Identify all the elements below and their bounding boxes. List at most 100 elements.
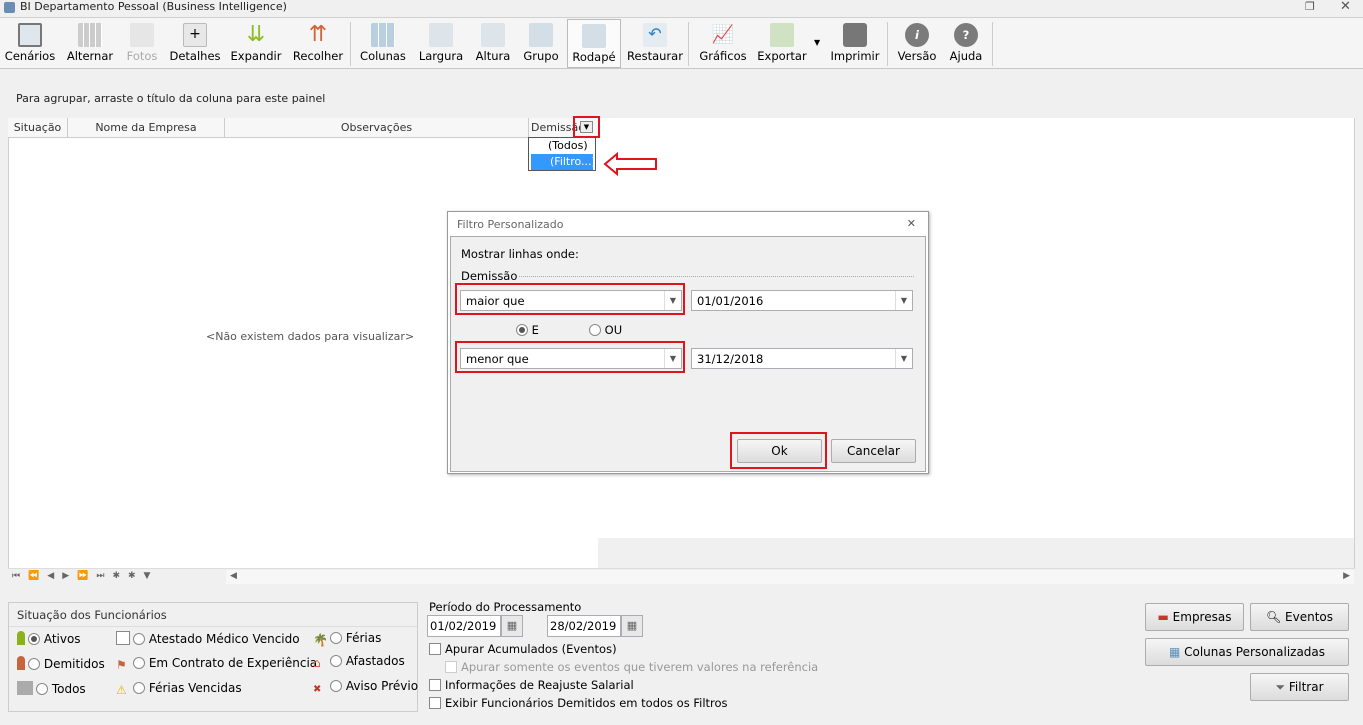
apurar-acumulados-checkbox[interactable]: Apurar Acumulados (Eventos) — [429, 642, 617, 656]
export-dropdown-arrow[interactable]: ▼ — [814, 38, 820, 47]
grid-footer-area — [598, 538, 1354, 568]
column-header-nome-empresa[interactable]: Nome da Empresa — [68, 118, 225, 138]
column-header-situacao[interactable]: Situação — [8, 118, 68, 138]
recolher-button[interactable]: ⇈ Recolher — [290, 19, 346, 68]
checkbox-icon — [429, 679, 441, 691]
house-icon: ⌂ — [313, 656, 321, 670]
period-start-input[interactable] — [427, 615, 501, 637]
filter-option-todos[interactable]: (Todos) — [529, 138, 595, 154]
calendar-icon[interactable]: ▦ — [501, 615, 523, 637]
apurar-somente-checkbox[interactable]: Apurar somente os eventos que tiverem va… — [445, 660, 818, 674]
highlight-box — [455, 283, 685, 315]
status-todos-radio[interactable]: Todos — [17, 681, 86, 696]
radio-icon — [589, 324, 601, 336]
empty-grid-message: <Não existem dados para visualizar> — [206, 330, 415, 343]
and-radio[interactable]: E — [516, 323, 539, 337]
restore-icon: ↶ — [643, 23, 667, 47]
scenarios-icon — [18, 23, 42, 47]
ajuda-button[interactable]: ? Ajuda — [945, 19, 987, 68]
restaurar-button[interactable]: ↶ Restaurar — [626, 19, 684, 68]
largura-button[interactable]: Largura — [416, 19, 466, 68]
cenarios-button[interactable]: Cenários — [4, 19, 56, 68]
versao-button[interactable]: i Versão — [895, 19, 939, 68]
scroll-left-icon: ◀ — [230, 571, 237, 581]
grid-navigator: ⏮⏪◀▶⏩⏭✱✱▼ ◀ ▶ — [8, 568, 1355, 585]
calendar-icon[interactable]: ▦ — [621, 615, 643, 637]
graficos-button[interactable]: 📈 Gráficos — [696, 19, 750, 68]
restore-window-button[interactable]: ❐ — [1305, 0, 1315, 13]
checkbox-icon — [445, 661, 457, 673]
exportar-button[interactable]: Exportar — [756, 19, 808, 68]
colunas-personalizadas-button[interactable]: ▦ Colunas Personalizadas — [1145, 638, 1349, 666]
status-ativos-radio[interactable]: Ativos — [17, 631, 81, 646]
toolbar-separator — [350, 22, 351, 66]
expandir-button[interactable]: ⇊ Expandir — [228, 19, 284, 68]
field-label: Demissão — [461, 269, 518, 283]
radio-icon — [330, 680, 342, 692]
switch-icon — [78, 23, 102, 47]
app-icon — [4, 2, 15, 13]
condition1-value-input[interactable]: 01/01/2016 ▼ — [691, 290, 913, 311]
employee-status-group: Situação dos Funcionários Ativos Demitid… — [8, 602, 418, 712]
collapse-icon: ⇈ — [308, 22, 328, 47]
status-ferias-radio[interactable]: 🌴 Férias — [313, 631, 381, 647]
rodape-button[interactable]: Rodapé — [567, 19, 621, 68]
filter-icon: ⏷ — [1275, 680, 1289, 694]
status-demitidos-radio[interactable]: Demitidos — [17, 656, 105, 671]
people-icon — [17, 681, 33, 695]
arrow-annotation-icon — [603, 152, 657, 176]
toolbar-separator — [887, 22, 888, 66]
dialog-close-button[interactable]: ✕ — [907, 217, 916, 230]
person-remove-icon: ✖ — [313, 684, 322, 695]
exibir-demitidos-checkbox[interactable]: Exibir Funcionários Demitidos em todos o… — [429, 696, 728, 710]
horizontal-scrollbar[interactable]: ◀ ▶ — [226, 570, 1354, 584]
print-icon — [843, 23, 867, 47]
radio-icon — [36, 683, 48, 695]
or-radio[interactable]: OU — [589, 323, 622, 337]
export-icon — [770, 23, 794, 47]
close-window-button[interactable]: ✕ — [1340, 0, 1351, 14]
highlight-box — [730, 432, 827, 469]
condition2-value-input[interactable]: 31/12/2018 ▼ — [691, 348, 913, 369]
palm-tree-icon: 🌴 — [313, 633, 328, 647]
help-icon: ? — [954, 23, 978, 47]
width-icon — [429, 23, 453, 47]
status-aviso-previo-radio[interactable]: ✖ Aviso Prévio — [313, 679, 418, 698]
filter-option-filtro[interactable]: (Filtro...) — [531, 154, 596, 170]
status-ferias-vencidas-radio[interactable]: ⚠ Férias Vencidas — [116, 681, 242, 697]
navigator-buttons[interactable]: ⏮⏪◀▶⏩⏭✱✱▼ — [12, 571, 158, 581]
chevron-down-icon: ▼ — [895, 349, 912, 368]
empresas-button[interactable]: ▬ Empresas — [1145, 603, 1244, 631]
radio-icon — [133, 682, 145, 694]
column-header-observacoes[interactable]: Observações — [225, 118, 529, 138]
group-by-panel[interactable]: Para agrupar, arraste o título da coluna… — [8, 80, 1355, 118]
altura-button[interactable]: Altura — [472, 19, 514, 68]
period-label: Período do Processamento — [429, 600, 582, 614]
toolbar: Cenários Alternar Fotos + Detalhes ⇊ Expan… — [0, 17, 1363, 69]
height-icon — [481, 23, 505, 47]
period-end-input[interactable] — [547, 615, 621, 637]
filtrar-button[interactable]: ⏷ Filtrar — [1250, 673, 1349, 701]
alternar-button[interactable]: Alternar — [64, 19, 116, 68]
divider — [519, 276, 914, 277]
colunas-button[interactable]: Colunas — [356, 19, 410, 68]
radio-icon — [330, 632, 342, 644]
scroll-right-icon: ▶ — [1343, 571, 1350, 581]
imprimir-button[interactable]: Imprimir — [828, 19, 882, 68]
eventos-button[interactable]: 🔍︎ Eventos — [1250, 603, 1349, 631]
cancel-button[interactable]: Cancelar — [831, 439, 916, 463]
detalhes-button[interactable]: + Detalhes — [168, 19, 222, 68]
status-afastados-radio[interactable]: ⌂ Afastados — [313, 654, 405, 670]
grupo-button[interactable]: Grupo — [520, 19, 562, 68]
toolbar-separator — [688, 22, 689, 66]
warning-icon: ⚠ — [116, 683, 127, 697]
group-icon — [529, 23, 553, 47]
filter-dropdown: (Todos) (Filtro...) — [528, 137, 596, 171]
reajuste-salarial-checkbox[interactable]: Informações de Reajuste Salarial — [429, 678, 634, 692]
chevron-down-icon: ▼ — [895, 291, 912, 310]
status-contrato-radio[interactable]: ⚑ Em Contrato de Experiência — [116, 656, 317, 672]
fotos-button[interactable]: Fotos — [122, 19, 162, 68]
radio-icon — [28, 633, 40, 645]
search-icon: 🔍︎ — [1265, 610, 1286, 624]
status-atestado-radio[interactable]: Atestado Médico Vencido — [116, 631, 300, 646]
